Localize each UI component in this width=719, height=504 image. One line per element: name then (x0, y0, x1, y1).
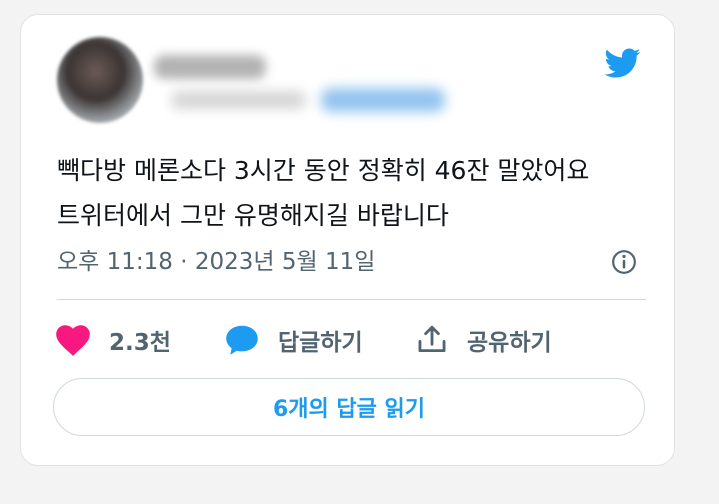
author-name-redacted[interactable] (154, 55, 266, 79)
tweet-text: 빽다방 메론소다 3시간 동안 정확히 46잔 말았어요 트위터에서 그만 유명… (57, 148, 647, 238)
heart-icon (56, 325, 90, 356)
tweet-card: 빽다방 메론소다 3시간 동안 정확히 46잔 말았어요 트위터에서 그만 유명… (20, 14, 675, 466)
share-button[interactable]: 공유하기 (415, 320, 552, 360)
twitter-bird-icon[interactable] (601, 45, 645, 81)
info-icon[interactable] (611, 249, 637, 275)
speech-bubble-icon (226, 325, 258, 355)
share-upload-icon (418, 325, 446, 353)
divider (57, 299, 646, 300)
tweet-text-line-1: 빽다방 메론소다 3시간 동안 정확히 46잔 말았어요 (57, 156, 590, 185)
like-count: 2.3천 (109, 330, 171, 356)
share-label: 공유하기 (467, 330, 552, 356)
author-handle-redacted (171, 91, 306, 109)
follow-link-redacted[interactable] (321, 88, 445, 112)
like-button[interactable]: 2.3천 (55, 320, 171, 360)
avatar[interactable] (57, 37, 143, 123)
read-replies-button[interactable]: 6개의 답글 읽기 (53, 378, 645, 436)
tweet-timestamp[interactable]: 오후 11:18 · 2023년 5월 11일 (57, 245, 375, 279)
reply-button[interactable]: 답글하기 (224, 320, 363, 360)
reply-label: 답글하기 (278, 330, 363, 356)
tweet-text-line-2: 트위터에서 그만 유명해지길 바랍니다 (57, 201, 449, 230)
